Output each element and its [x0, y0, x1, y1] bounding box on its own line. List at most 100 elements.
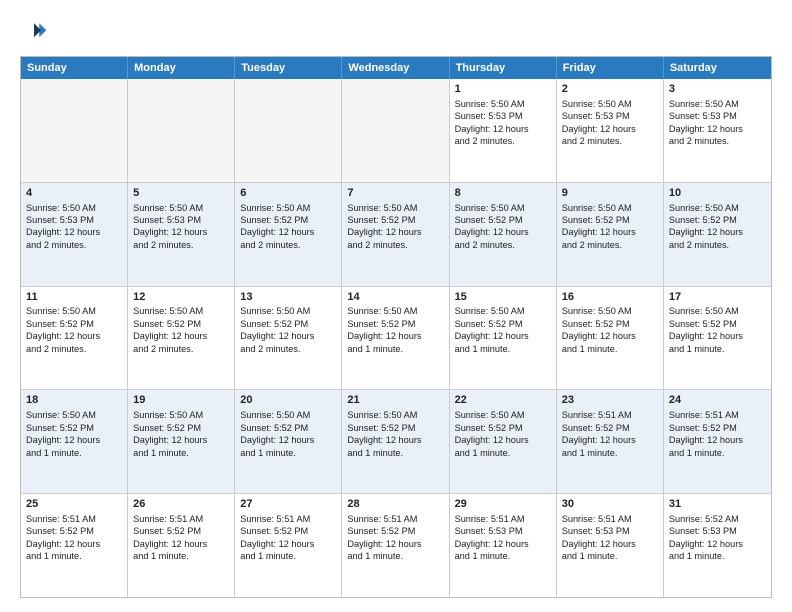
- day-info-line: and 2 minutes.: [240, 343, 336, 355]
- day-cell-27: 27Sunrise: 5:51 AMSunset: 5:52 PMDayligh…: [235, 494, 342, 597]
- day-info-line: and 1 minute.: [347, 550, 443, 562]
- day-cell-10: 10Sunrise: 5:50 AMSunset: 5:52 PMDayligh…: [664, 183, 771, 286]
- day-cell-5: 5Sunrise: 5:50 AMSunset: 5:53 PMDaylight…: [128, 183, 235, 286]
- day-info-line: and 1 minute.: [455, 550, 551, 562]
- day-info-line: Daylight: 12 hours: [26, 330, 122, 342]
- day-info-line: Daylight: 12 hours: [455, 434, 551, 446]
- week-row-2: 4Sunrise: 5:50 AMSunset: 5:53 PMDaylight…: [21, 182, 771, 286]
- day-info-line: Sunrise: 5:51 AM: [240, 513, 336, 525]
- day-number: 21: [347, 393, 443, 408]
- day-info-line: Sunrise: 5:52 AM: [669, 513, 766, 525]
- day-info-line: and 1 minute.: [240, 550, 336, 562]
- day-info-line: Sunset: 5:53 PM: [562, 110, 658, 122]
- day-info-line: Sunrise: 5:50 AM: [26, 202, 122, 214]
- day-info-line: Sunrise: 5:50 AM: [26, 409, 122, 421]
- day-header-wednesday: Wednesday: [342, 57, 449, 79]
- week-row-1: 1Sunrise: 5:50 AMSunset: 5:53 PMDaylight…: [21, 79, 771, 182]
- day-info-line: Daylight: 12 hours: [240, 538, 336, 550]
- day-info-line: Daylight: 12 hours: [562, 330, 658, 342]
- day-cell-9: 9Sunrise: 5:50 AMSunset: 5:52 PMDaylight…: [557, 183, 664, 286]
- day-info-line: Sunset: 5:52 PM: [347, 318, 443, 330]
- day-info-line: and 1 minute.: [26, 447, 122, 459]
- day-number: 9: [562, 186, 658, 201]
- day-number: 31: [669, 497, 766, 512]
- day-info-line: Sunset: 5:53 PM: [669, 525, 766, 537]
- day-cell-30: 30Sunrise: 5:51 AMSunset: 5:53 PMDayligh…: [557, 494, 664, 597]
- day-info-line: Sunset: 5:52 PM: [562, 214, 658, 226]
- day-info-line: Daylight: 12 hours: [240, 330, 336, 342]
- day-header-thursday: Thursday: [450, 57, 557, 79]
- day-number: 27: [240, 497, 336, 512]
- day-info-line: Daylight: 12 hours: [347, 226, 443, 238]
- day-info-line: and 2 minutes.: [669, 239, 766, 251]
- day-info-line: Sunset: 5:53 PM: [455, 110, 551, 122]
- day-info-line: Sunrise: 5:50 AM: [562, 98, 658, 110]
- week-row-5: 25Sunrise: 5:51 AMSunset: 5:52 PMDayligh…: [21, 493, 771, 597]
- day-cell-7: 7Sunrise: 5:50 AMSunset: 5:52 PMDaylight…: [342, 183, 449, 286]
- day-info-line: Daylight: 12 hours: [669, 123, 766, 135]
- day-info-line: Sunset: 5:53 PM: [669, 110, 766, 122]
- day-info-line: Sunrise: 5:51 AM: [455, 513, 551, 525]
- day-info-line: Sunrise: 5:51 AM: [133, 513, 229, 525]
- day-info-line: Sunset: 5:52 PM: [455, 318, 551, 330]
- day-info-line: and 2 minutes.: [562, 135, 658, 147]
- day-number: 29: [455, 497, 551, 512]
- day-info-line: Sunrise: 5:50 AM: [669, 98, 766, 110]
- day-info-line: and 2 minutes.: [347, 239, 443, 251]
- day-number: 23: [562, 393, 658, 408]
- day-info-line: Sunset: 5:53 PM: [26, 214, 122, 226]
- day-info-line: Daylight: 12 hours: [562, 226, 658, 238]
- day-info-line: and 1 minute.: [26, 550, 122, 562]
- day-info-line: Sunset: 5:52 PM: [240, 318, 336, 330]
- day-info-line: Daylight: 12 hours: [26, 538, 122, 550]
- day-number: 15: [455, 290, 551, 305]
- day-info-line: Sunset: 5:52 PM: [26, 318, 122, 330]
- day-cell-17: 17Sunrise: 5:50 AMSunset: 5:52 PMDayligh…: [664, 287, 771, 390]
- logo-icon: [20, 18, 48, 46]
- day-info-line: Sunrise: 5:50 AM: [347, 305, 443, 317]
- day-cell-11: 11Sunrise: 5:50 AMSunset: 5:52 PMDayligh…: [21, 287, 128, 390]
- day-number: 13: [240, 290, 336, 305]
- day-header-tuesday: Tuesday: [235, 57, 342, 79]
- day-info-line: Sunrise: 5:50 AM: [669, 202, 766, 214]
- day-info-line: and 1 minute.: [562, 447, 658, 459]
- day-number: 8: [455, 186, 551, 201]
- week-row-3: 11Sunrise: 5:50 AMSunset: 5:52 PMDayligh…: [21, 286, 771, 390]
- day-info-line: Sunset: 5:53 PM: [133, 214, 229, 226]
- day-info-line: Daylight: 12 hours: [669, 330, 766, 342]
- day-number: 11: [26, 290, 122, 305]
- day-info-line: and 2 minutes.: [26, 239, 122, 251]
- header: [20, 18, 772, 46]
- week-row-4: 18Sunrise: 5:50 AMSunset: 5:52 PMDayligh…: [21, 389, 771, 493]
- day-info-line: Daylight: 12 hours: [347, 330, 443, 342]
- day-info-line: Sunset: 5:52 PM: [562, 422, 658, 434]
- day-info-line: Sunset: 5:52 PM: [240, 525, 336, 537]
- day-info-line: and 2 minutes.: [26, 343, 122, 355]
- day-number: 5: [133, 186, 229, 201]
- day-cell-20: 20Sunrise: 5:50 AMSunset: 5:52 PMDayligh…: [235, 390, 342, 493]
- day-info-line: Daylight: 12 hours: [455, 226, 551, 238]
- day-number: 16: [562, 290, 658, 305]
- day-info-line: and 2 minutes.: [133, 239, 229, 251]
- day-info-line: Sunset: 5:53 PM: [455, 525, 551, 537]
- day-info-line: Sunset: 5:52 PM: [669, 318, 766, 330]
- day-info-line: Daylight: 12 hours: [455, 123, 551, 135]
- day-number: 3: [669, 82, 766, 97]
- day-info-line: Sunrise: 5:50 AM: [133, 202, 229, 214]
- day-info-line: and 1 minute.: [562, 550, 658, 562]
- day-cell-8: 8Sunrise: 5:50 AMSunset: 5:52 PMDaylight…: [450, 183, 557, 286]
- day-number: 7: [347, 186, 443, 201]
- day-cell-28: 28Sunrise: 5:51 AMSunset: 5:52 PMDayligh…: [342, 494, 449, 597]
- day-info-line: Daylight: 12 hours: [347, 538, 443, 550]
- day-cell-21: 21Sunrise: 5:50 AMSunset: 5:52 PMDayligh…: [342, 390, 449, 493]
- day-number: 19: [133, 393, 229, 408]
- day-info-line: Daylight: 12 hours: [26, 434, 122, 446]
- day-info-line: and 1 minute.: [455, 343, 551, 355]
- day-info-line: Sunset: 5:52 PM: [562, 318, 658, 330]
- day-info-line: Daylight: 12 hours: [240, 434, 336, 446]
- day-number: 24: [669, 393, 766, 408]
- day-cell-13: 13Sunrise: 5:50 AMSunset: 5:52 PMDayligh…: [235, 287, 342, 390]
- day-number: 30: [562, 497, 658, 512]
- day-info-line: Daylight: 12 hours: [562, 123, 658, 135]
- day-info-line: and 2 minutes.: [455, 135, 551, 147]
